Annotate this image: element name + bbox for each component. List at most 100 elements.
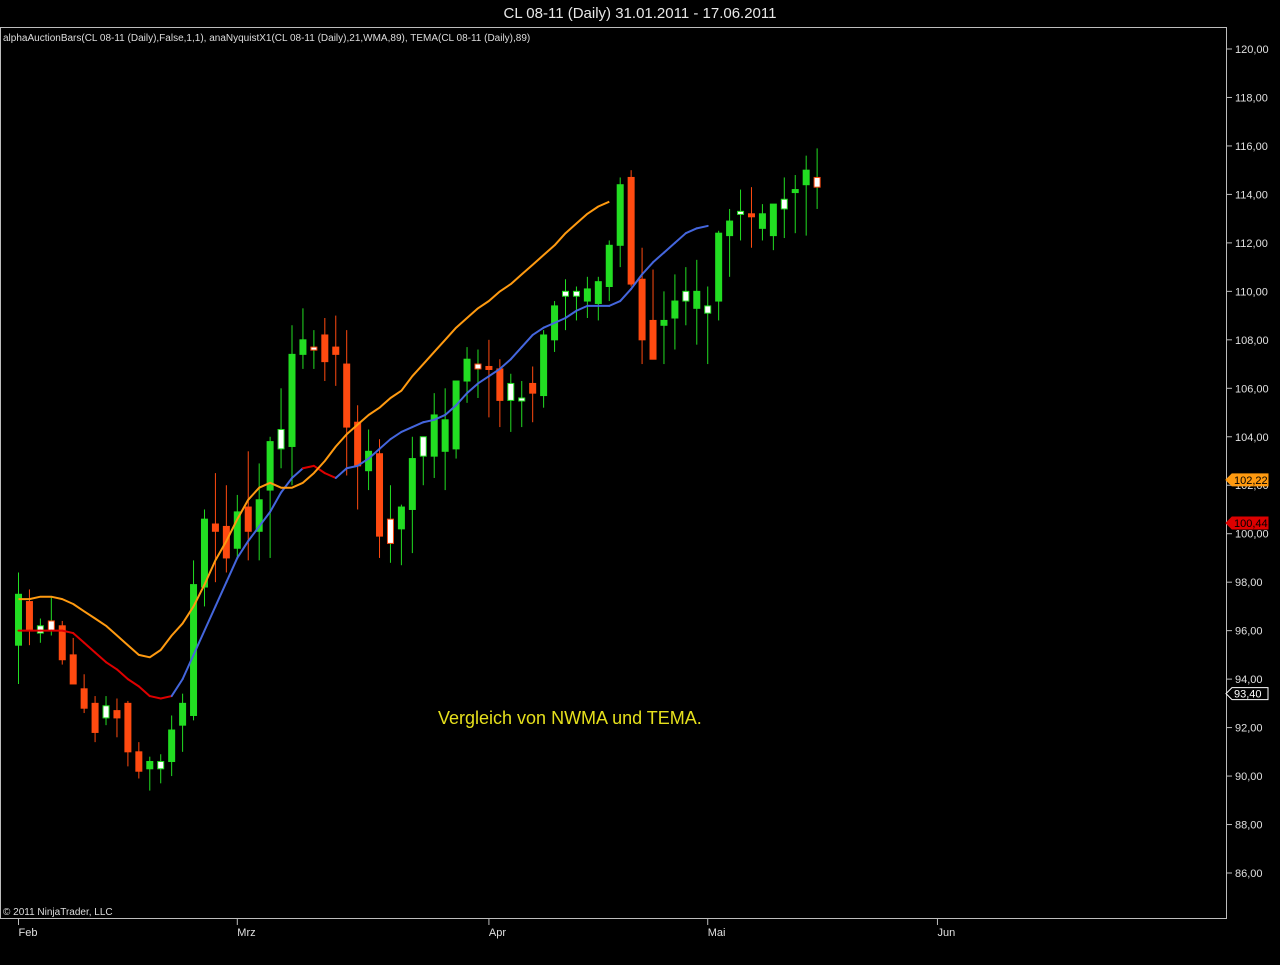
candle-body xyxy=(452,380,460,450)
candle-body xyxy=(36,625,44,634)
y-tick-label: 96,00 xyxy=(1235,626,1263,638)
y-tick-label: 114,00 xyxy=(1235,189,1268,201)
y-tick-label: 100,00 xyxy=(1235,529,1269,541)
nwma-segment xyxy=(323,472,337,479)
candle-body xyxy=(47,620,55,632)
nwma-segment xyxy=(564,309,578,320)
candle-body xyxy=(135,751,143,772)
nwma-segment xyxy=(652,251,665,264)
candle-body xyxy=(397,506,405,530)
y-tick-label: 98,00 xyxy=(1235,577,1263,589)
candle-body xyxy=(671,300,679,319)
candle-body xyxy=(15,593,22,646)
candle-body xyxy=(747,213,755,218)
candle-body xyxy=(343,363,351,428)
candle-body xyxy=(102,705,110,719)
candle-body xyxy=(572,290,580,297)
y-tick-label: 106,00 xyxy=(1235,383,1269,395)
candle-body xyxy=(419,436,427,457)
candle-body xyxy=(638,278,646,341)
candle-body xyxy=(813,176,821,188)
y-tick-label: 92,00 xyxy=(1235,723,1263,735)
candle-body xyxy=(168,729,176,763)
candle-body xyxy=(649,319,657,360)
y-axis-ticks: 120,00 118,00 116,00 114,00 112,00 110,00 108,… xyxy=(1226,44,1269,880)
candle-body xyxy=(321,334,329,363)
candle-body xyxy=(354,421,362,467)
candle-body xyxy=(474,363,482,370)
nwma-segment xyxy=(498,358,512,370)
candle-body xyxy=(80,688,88,709)
candle-body xyxy=(715,232,723,302)
candle-body xyxy=(583,288,591,302)
nwma-segment xyxy=(269,491,283,513)
nwma-segment xyxy=(203,605,217,632)
x-axis-ticks: Feb Mrz Apr Mai Jun xyxy=(18,919,955,939)
candle-body xyxy=(124,702,132,753)
tema-line xyxy=(18,200,610,659)
candle-body xyxy=(179,702,187,726)
candle-body xyxy=(758,213,766,229)
x-tick-label: Apr xyxy=(489,927,506,939)
nwma-segment xyxy=(531,326,545,336)
nwma-segment xyxy=(148,695,162,700)
candle-body xyxy=(769,203,777,237)
nwma-segment xyxy=(684,227,698,235)
nwma-segment xyxy=(378,438,392,450)
y-tick-label: 86,00 xyxy=(1235,868,1263,880)
candle-body xyxy=(802,169,810,186)
candle-body xyxy=(408,458,416,510)
x-tick-label: Mrz xyxy=(237,927,255,939)
candle-body xyxy=(616,184,624,246)
y-tick-label: 116,00 xyxy=(1235,141,1268,153)
nwma-segment xyxy=(115,668,129,681)
nwma-segment xyxy=(334,467,348,479)
candle-body xyxy=(211,523,219,532)
candle-body xyxy=(594,281,602,304)
price-chart[interactable]: 120,00 118,00 116,00 114,00 112,00 110,00 108,… xyxy=(0,0,1280,965)
candle-body xyxy=(69,654,77,685)
nwma-segment xyxy=(389,430,403,441)
candle-body xyxy=(277,428,285,450)
nwma-segment xyxy=(126,678,140,688)
y-tick-label: 94,00 xyxy=(1235,674,1263,686)
nwma-segment xyxy=(411,421,425,429)
candle-body xyxy=(310,346,318,351)
nwma-segment xyxy=(695,224,709,230)
last-value-label: 102,22 xyxy=(1234,475,1268,487)
candle-body xyxy=(25,601,33,632)
last-value-label: 100,44 xyxy=(1234,518,1268,530)
indicator-lines xyxy=(17,200,709,700)
candle-body xyxy=(693,290,701,309)
candle-body xyxy=(146,761,154,770)
nwma-segment xyxy=(641,261,655,276)
y-tick-label: 90,00 xyxy=(1235,771,1263,783)
y-tick-label: 110,00 xyxy=(1235,286,1268,298)
y-tick-label: 120,00 xyxy=(1235,44,1269,56)
candle-body xyxy=(113,710,121,719)
candle-body xyxy=(441,419,449,452)
candle-body xyxy=(518,397,526,402)
candle-body xyxy=(605,244,613,288)
nwma-segment xyxy=(509,346,523,361)
y-tick-label: 104,00 xyxy=(1235,432,1269,444)
candle-body xyxy=(496,368,504,401)
candle-body xyxy=(682,290,690,302)
nwma-segment xyxy=(72,632,86,644)
nwma-segment xyxy=(214,581,228,608)
candle-body xyxy=(507,382,515,401)
nwma-segment xyxy=(608,300,622,307)
candle-body xyxy=(157,761,165,770)
candle-body xyxy=(726,220,734,237)
nwma-segment xyxy=(291,467,304,479)
candlestick-series xyxy=(15,148,821,791)
nwma-segment xyxy=(94,651,108,664)
nwma-segment xyxy=(159,695,173,700)
x-tick-label: Jun xyxy=(937,927,955,939)
nwma-segment xyxy=(662,241,676,254)
candle-body xyxy=(244,506,252,532)
nwma-segment xyxy=(83,641,97,654)
candle-body xyxy=(737,210,745,215)
nwma-segment xyxy=(225,556,239,584)
candle-body xyxy=(780,198,788,210)
